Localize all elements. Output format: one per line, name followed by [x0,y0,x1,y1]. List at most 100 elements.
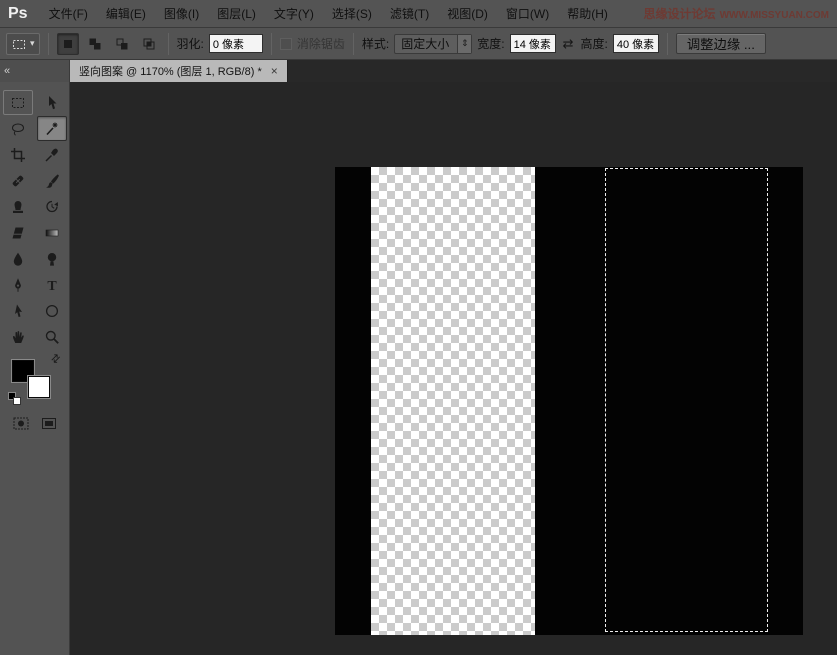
tools-panel: T ⇄ [0,82,70,655]
watermark: 思缘设计论坛 WWW.MISSYUAN.COM [644,5,837,22]
dodge-tool-icon [44,251,60,267]
spinner-icon: ⇕ [457,35,471,53]
menu-window[interactable]: 窗口(W) [497,0,558,27]
tool-lasso[interactable] [3,116,33,141]
antialias-checkbox[interactable] [280,38,292,50]
photoshop-logo: Ps [0,5,40,23]
tool-dodge[interactable] [37,246,67,271]
tool-type[interactable]: T [37,272,67,297]
new-selection-button[interactable] [57,33,79,55]
width-label: 宽度: [477,35,504,52]
document-transparent-stripe [371,167,535,635]
selection-marching-ants [605,168,768,632]
canvas-document[interactable] [335,167,803,635]
document-tab[interactable]: 竖向图案 @ 1170% (图层 1, RGB/8) * × [70,60,288,82]
watermark-site: 思缘设计论坛 [644,5,716,22]
antialias-label: 消除锯齿 [297,35,345,52]
close-tab-icon[interactable]: × [271,65,278,77]
pen-tool-icon [10,277,26,293]
tool-path-selection[interactable] [3,298,33,323]
menu-file[interactable]: 文件(F) [40,0,97,27]
tool-gradient[interactable] [37,220,67,245]
rectangular-marquee-icon [10,95,26,111]
add-to-selection-button[interactable] [84,33,106,55]
default-colors-button[interactable] [8,392,22,406]
menu-help[interactable]: 帮助(H) [558,0,617,27]
tools-panel-header[interactable]: « [0,60,70,82]
tools-grid: T [0,82,69,349]
tool-ellipse[interactable] [37,298,67,323]
tool-crop[interactable] [3,142,33,167]
height-input[interactable] [613,34,659,53]
divider [168,33,169,55]
swap-colors-icon[interactable]: ⇄ [48,351,64,367]
feather-label: 羽化: [177,35,204,52]
intersect-with-selection-icon [141,36,157,52]
tool-blur[interactable] [3,246,33,271]
dropdown-arrow-icon: ▾ [30,38,35,49]
style-select[interactable]: 固定大小 ⇕ [394,34,472,54]
crop-tool-icon [10,147,26,163]
feather-input[interactable] [209,34,263,53]
ellipse-shape-icon [44,303,60,319]
menu-view[interactable]: 视图(D) [438,0,497,27]
color-swatches: ⇄ [8,354,62,406]
svg-text:T: T [47,279,57,293]
spot-healing-brush-icon [10,173,26,189]
tool-history-brush[interactable] [37,194,67,219]
lasso-tool-icon [10,121,26,137]
screen-mode-button[interactable] [40,416,58,434]
style-value: 固定大小 [401,35,449,52]
subtract-from-selection-button[interactable] [111,33,133,55]
swap-dimensions-icon[interactable]: ⇄ [561,36,576,52]
tool-pen[interactable] [3,272,33,297]
eraser-icon [10,225,26,241]
width-input[interactable] [510,34,556,53]
move-tool-icon [44,95,60,111]
refine-edge-button[interactable]: 调整边缘 ... [676,33,766,54]
divider [271,33,272,55]
tool-hand[interactable] [3,324,33,349]
magic-wand-icon [44,121,60,137]
document-tab-strip: « 竖向图案 @ 1170% (图层 1, RGB/8) * × [0,60,837,82]
height-label: 高度: [581,35,608,52]
tool-preset-dropdown[interactable]: ▾ [6,33,40,55]
gradient-tool-icon [44,225,60,241]
menu-image[interactable]: 图像(I) [155,0,208,27]
menu-layer[interactable]: 图层(L) [208,0,265,27]
toolbar-bottom-buttons [0,416,70,434]
watermark-url: WWW.MISSYUAN.COM [720,10,829,21]
eyedropper-icon [44,147,60,163]
tool-options-bar: ▾ 羽化: 消除锯齿 样式: 固定大小 ⇕ 宽度: [0,28,837,60]
tool-brush[interactable] [37,168,67,193]
tool-move[interactable] [37,90,67,115]
tool-clone-stamp[interactable] [3,194,33,219]
tool-zoom[interactable] [37,324,67,349]
menu-type[interactable]: 文字(Y) [265,0,323,27]
subtract-from-selection-icon [114,36,130,52]
menu-filter[interactable]: 滤镜(T) [381,0,438,27]
quick-mask-button[interactable] [12,416,30,434]
add-to-selection-icon [87,36,103,52]
background-color-swatch[interactable] [28,376,50,398]
canvas-workspace[interactable] [70,82,837,655]
style-label: 样式: [362,35,389,52]
hand-tool-icon [10,329,26,345]
history-brush-icon [44,199,60,215]
new-selection-icon [60,36,76,52]
document-black-stripe-left [335,167,371,635]
path-selection-icon [10,303,26,319]
brush-tool-icon [44,173,60,189]
tool-eyedropper[interactable] [37,142,67,167]
menu-edit[interactable]: 编辑(E) [97,0,155,27]
menu-select[interactable]: 选择(S) [323,0,381,27]
intersect-with-selection-button[interactable] [138,33,160,55]
tool-magic-wand[interactable] [37,116,67,141]
divider [48,33,49,55]
tool-spot-healing-brush[interactable] [3,168,33,193]
tool-eraser[interactable] [3,220,33,245]
tool-rectangular-marquee[interactable] [3,90,33,115]
type-tool-icon: T [44,277,60,293]
collapse-panel-icon: « [4,65,9,77]
clone-stamp-icon [10,199,26,215]
